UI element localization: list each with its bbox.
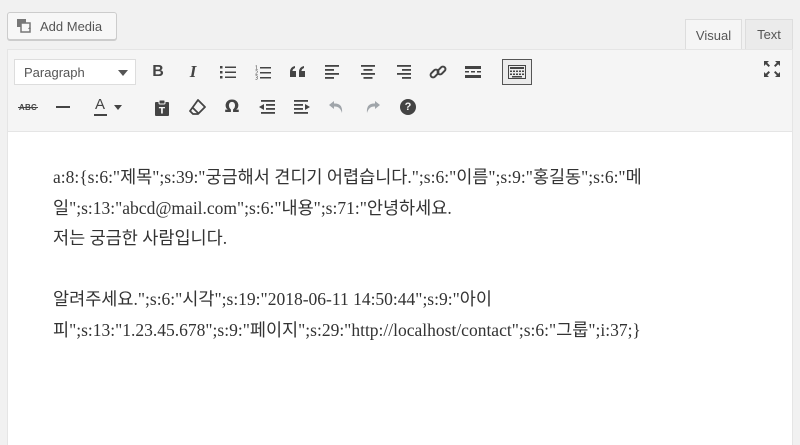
italic-icon: I bbox=[189, 62, 197, 81]
numbered-list-button[interactable]: 1 2 3 bbox=[249, 59, 277, 85]
italic-button[interactable]: I bbox=[179, 59, 207, 85]
bold-button[interactable]: B bbox=[144, 59, 172, 85]
bold-icon: B bbox=[152, 63, 164, 80]
redo-button[interactable] bbox=[358, 94, 386, 120]
read-more-icon bbox=[465, 66, 481, 78]
horizontal-line-icon bbox=[56, 106, 70, 108]
svg-text:3: 3 bbox=[255, 75, 258, 80]
paste-as-text-button[interactable]: T bbox=[148, 94, 176, 120]
blockquote-button[interactable] bbox=[284, 59, 312, 85]
numbered-list-icon: 1 2 3 bbox=[255, 65, 271, 80]
add-media-button[interactable]: Add Media bbox=[7, 12, 117, 40]
chevron-down-icon bbox=[114, 105, 122, 110]
blockquote-icon bbox=[290, 66, 305, 77]
format-select[interactable]: Paragraph bbox=[14, 59, 136, 85]
increase-indent-button[interactable] bbox=[288, 94, 316, 120]
undo-icon bbox=[329, 101, 343, 113]
clear-formatting-button[interactable] bbox=[183, 94, 211, 120]
strikethrough-button[interactable]: ABC bbox=[14, 94, 42, 120]
increase-indent-icon bbox=[294, 100, 310, 114]
toolbar-toggle-icon bbox=[508, 65, 526, 79]
editor-text[interactable]: a:8:{s:6:"제목";s:39:"궁금해서 견디기 어렵습니다.";s:6… bbox=[53, 162, 763, 345]
redo-icon bbox=[366, 101, 380, 113]
editor-content[interactable]: a:8:{s:6:"제목";s:39:"궁금해서 견디기 어렵습니다.";s:6… bbox=[8, 132, 792, 445]
add-media-label: Add Media bbox=[40, 18, 103, 34]
align-right-icon bbox=[397, 65, 411, 79]
text-color-button[interactable]: A bbox=[86, 94, 126, 120]
clear-formatting-icon bbox=[188, 99, 206, 115]
editor-line: 피";s:13:"1.23.45.678";s:9:"페이지";s:29:"ht… bbox=[53, 319, 641, 340]
tab-text[interactable]: Text bbox=[745, 19, 793, 49]
special-character-button[interactable]: Ω bbox=[218, 94, 246, 120]
svg-text:T: T bbox=[159, 106, 166, 116]
align-right-button[interactable] bbox=[389, 59, 417, 85]
tab-visual[interactable]: Visual bbox=[685, 19, 742, 50]
insert-link-button[interactable] bbox=[424, 59, 452, 85]
help-glyph: ? bbox=[404, 101, 412, 113]
align-left-button[interactable] bbox=[319, 59, 347, 85]
decrease-indent-icon bbox=[259, 100, 275, 114]
editor-line: 알려주세요.";s:6:"시각";s:19:"2018-06-11 14:50:… bbox=[53, 289, 492, 309]
align-center-button[interactable] bbox=[354, 59, 382, 85]
bulleted-list-icon bbox=[220, 66, 236, 79]
keyboard-shortcuts-button[interactable]: ? bbox=[394, 94, 422, 120]
keyboard-shortcuts-icon: ? bbox=[400, 99, 416, 115]
editor-line: 일";s:13:"abcd@mail.com";s:6:"내용";s:71:"안… bbox=[53, 197, 452, 218]
fullscreen-button[interactable] bbox=[758, 56, 786, 82]
read-more-button[interactable] bbox=[459, 59, 487, 85]
horizontal-line-button[interactable] bbox=[49, 94, 77, 120]
text-color-glyph: A bbox=[94, 96, 105, 113]
special-character-icon: Ω bbox=[224, 97, 240, 117]
insert-link-icon bbox=[429, 65, 447, 79]
fullscreen-icon bbox=[764, 61, 780, 77]
bulleted-list-button[interactable] bbox=[214, 59, 242, 85]
editor: Paragraph B I 1 2 3 ABC A T Ω ? a:8:{s:6… bbox=[7, 49, 793, 445]
text-color-icon: A bbox=[93, 96, 107, 116]
align-left-icon bbox=[325, 65, 339, 79]
undo-button[interactable] bbox=[323, 94, 351, 120]
chevron-down-icon bbox=[118, 70, 128, 76]
toolbar-toggle-button[interactable] bbox=[502, 59, 532, 85]
editor-toolbar: Paragraph B I 1 2 3 ABC A T Ω ? bbox=[8, 50, 792, 132]
strikethrough-icon: ABC bbox=[17, 103, 39, 112]
paste-as-text-icon: T bbox=[155, 99, 169, 116]
media-icon bbox=[16, 17, 34, 35]
editor-line: 저는 궁금한 사람입니다. bbox=[53, 228, 228, 248]
format-select-value: Paragraph bbox=[24, 64, 85, 80]
align-center-icon bbox=[361, 65, 375, 79]
editor-line: a:8:{s:6:"제목";s:39:"궁금해서 견디기 어렵습니다.";s:6… bbox=[53, 167, 642, 187]
decrease-indent-button[interactable] bbox=[253, 94, 281, 120]
